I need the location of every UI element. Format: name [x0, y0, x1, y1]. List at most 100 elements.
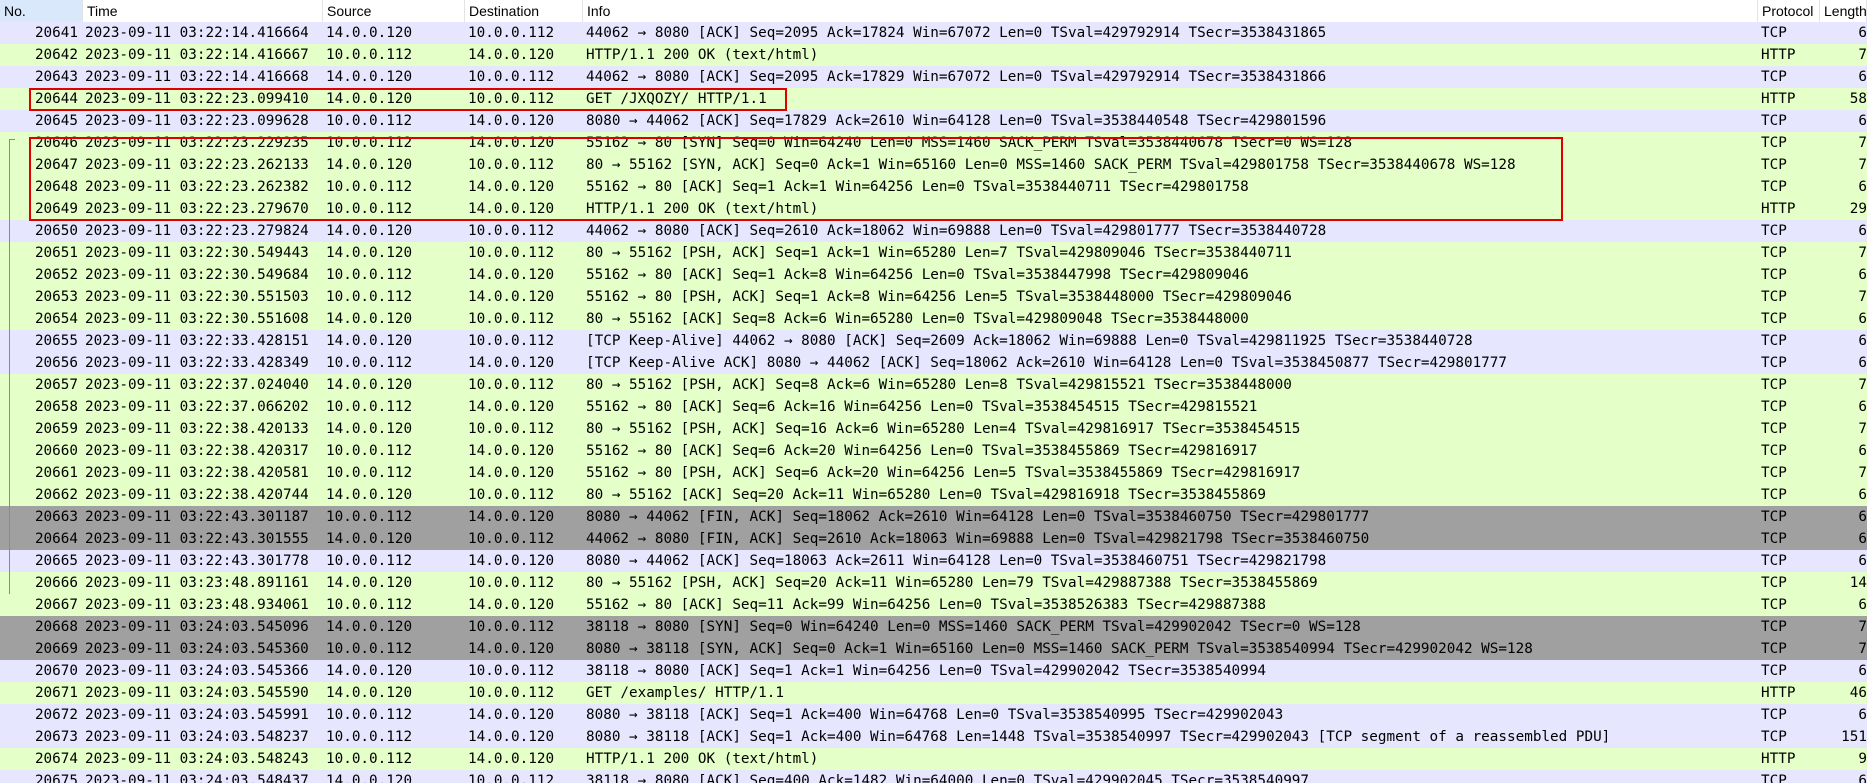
- table-row[interactable]: 20662 2023-09-11 03:22:38.420744 14.0.0.12…: [0, 484, 1867, 506]
- table-row[interactable]: 20654 2023-09-11 03:22:30.551608 14.0.0.12…: [0, 308, 1867, 330]
- table-row[interactable]: 20649 2023-09-11 03:22:23.279670 10.0.0.11…: [0, 198, 1867, 220]
- table-row[interactable]: 20674 2023-09-11 03:24:03.548243 10.0.0.11…: [0, 748, 1867, 770]
- table-row[interactable]: 20656 2023-09-11 03:22:33.428349 10.0.0.11…: [0, 352, 1867, 374]
- table-row[interactable]: 20644 2023-09-11 03:22:23.099410 14.0.0.12…: [0, 88, 1867, 110]
- table-row[interactable]: 20659 2023-09-11 03:22:38.420133 14.0.0.12…: [0, 418, 1867, 440]
- packet-number: 20673: [34, 729, 78, 745]
- table-row[interactable]: 20668 2023-09-11 03:24:03.545096 14.0.0.12…: [0, 616, 1867, 638]
- packet-time: 2023-09-11 03:22:30.549443: [85, 245, 309, 261]
- packet-protocol: TCP: [1761, 729, 1787, 745]
- packet-length: 6: [1858, 69, 1867, 85]
- table-row[interactable]: 20657 2023-09-11 03:22:37.024040 14.0.0.12…: [0, 374, 1867, 396]
- table-row[interactable]: 20643 2023-09-11 03:22:14.416668 14.0.0.12…: [0, 66, 1867, 88]
- packet-source: 10.0.0.112: [326, 113, 413, 129]
- table-row[interactable]: 20671 2023-09-11 03:24:03.545590 14.0.0.12…: [0, 682, 1867, 704]
- column-header-no[interactable]: No.: [0, 0, 83, 22]
- packet-destination: 10.0.0.112: [468, 531, 555, 547]
- table-row[interactable]: 20673 2023-09-11 03:24:03.548237 10.0.0.11…: [0, 726, 1867, 748]
- table-row[interactable]: 20664 2023-09-11 03:22:43.301555 14.0.0.12…: [0, 528, 1867, 550]
- packet-source: 14.0.0.120: [326, 69, 413, 85]
- packet-number: 20664: [34, 531, 78, 547]
- packet-number: 20663: [34, 509, 78, 525]
- table-row[interactable]: 20665 2023-09-11 03:22:43.301778 10.0.0.11…: [0, 550, 1867, 572]
- packet-source: 14.0.0.120: [326, 575, 413, 591]
- packet-info: 55162 → 80 [ACK] Seq=6 Ack=16 Win=64256 …: [586, 399, 1258, 415]
- packet-info: 8080 → 38118 [ACK] Seq=1 Ack=400 Win=647…: [586, 707, 1284, 723]
- packet-destination: 10.0.0.112: [468, 91, 555, 107]
- conversation-bracket-tick: [9, 139, 15, 140]
- packet-info: 80 → 55162 [ACK] Seq=20 Ack=11 Win=65280…: [586, 487, 1266, 503]
- packet-source: 14.0.0.120: [326, 311, 413, 327]
- table-row[interactable]: 20653 2023-09-11 03:22:30.551503 10.0.0.11…: [0, 286, 1867, 308]
- packet-destination: 10.0.0.112: [468, 25, 555, 41]
- packet-time: 2023-09-11 03:24:03.545991: [85, 707, 309, 723]
- packet-info: 55162 → 80 [ACK] Seq=1 Ack=8 Win=64256 L…: [586, 267, 1249, 283]
- table-row[interactable]: 20650 2023-09-11 03:22:23.279824 14.0.0.12…: [0, 220, 1867, 242]
- packet-protocol: TCP: [1761, 509, 1787, 525]
- conversation-bracket-line: [9, 139, 10, 594]
- packet-destination: 14.0.0.120: [468, 751, 555, 767]
- table-row[interactable]: 20672 2023-09-11 03:24:03.545991 10.0.0.11…: [0, 704, 1867, 726]
- packet-length: 6: [1858, 179, 1867, 195]
- packet-destination: 10.0.0.112: [468, 487, 555, 503]
- packet-time: 2023-09-11 03:24:03.545590: [85, 685, 309, 701]
- packet-destination: 14.0.0.120: [468, 729, 555, 745]
- column-header-info[interactable]: Info: [583, 0, 1758, 22]
- packet-length: 6: [1858, 707, 1867, 723]
- table-row[interactable]: 20646 2023-09-11 03:22:23.229235 10.0.0.11…: [0, 132, 1867, 154]
- packet-length: 6: [1858, 333, 1867, 349]
- packet-length: 7: [1858, 157, 1867, 173]
- packet-time: 2023-09-11 03:22:23.262133: [85, 157, 309, 173]
- packet-destination: 10.0.0.112: [468, 575, 555, 591]
- table-row[interactable]: 20667 2023-09-11 03:23:48.934061 10.0.0.11…: [0, 594, 1867, 616]
- packet-source: 10.0.0.112: [326, 729, 413, 745]
- table-row[interactable]: 20658 2023-09-11 03:22:37.066202 10.0.0.11…: [0, 396, 1867, 418]
- packet-protocol: TCP: [1761, 25, 1787, 41]
- column-header-source[interactable]: Source: [323, 0, 465, 22]
- table-row[interactable]: 20655 2023-09-11 03:22:33.428151 14.0.0.12…: [0, 330, 1867, 352]
- packet-number: 20643: [34, 69, 78, 85]
- table-row[interactable]: 20660 2023-09-11 03:22:38.420317 10.0.0.11…: [0, 440, 1867, 462]
- table-row[interactable]: 20651 2023-09-11 03:22:30.549443 14.0.0.12…: [0, 242, 1867, 264]
- packet-protocol: TCP: [1761, 531, 1787, 547]
- table-row[interactable]: 20641 2023-09-11 03:22:14.416664 14.0.0.12…: [0, 22, 1867, 44]
- packet-info: 80 → 55162 [SYN, ACK] Seq=0 Ack=1 Win=65…: [586, 157, 1516, 173]
- table-row[interactable]: 20675 2023-09-11 03:24:03.548437 14.0.0.12…: [0, 770, 1867, 783]
- packet-list[interactable]: No. Time Source Destination Info Protoco…: [0, 0, 1867, 783]
- packet-info: HTTP/1.1 200 OK (text/html): [586, 47, 819, 63]
- column-header-protocol[interactable]: Protocol: [1758, 0, 1820, 22]
- packet-source: 14.0.0.120: [326, 685, 413, 701]
- packet-info: 80 → 55162 [PSH, ACK] Seq=1 Ack=1 Win=65…: [586, 245, 1292, 261]
- packet-protocol: TCP: [1761, 553, 1787, 569]
- packet-number: 20669: [34, 641, 78, 657]
- packet-destination: 14.0.0.120: [468, 289, 555, 305]
- packet-source: 14.0.0.120: [326, 377, 413, 393]
- packet-destination: 14.0.0.120: [468, 113, 555, 129]
- packet-info: 44062 → 8080 [ACK] Seq=2610 Ack=18062 Wi…: [586, 223, 1327, 239]
- packet-source: 10.0.0.112: [326, 267, 413, 283]
- packet-time: 2023-09-11 03:22:23.279670: [85, 201, 309, 217]
- table-row[interactable]: 20642 2023-09-11 03:22:14.416667 10.0.0.11…: [0, 44, 1867, 66]
- table-row[interactable]: 20661 2023-09-11 03:22:38.420581 10.0.0.11…: [0, 462, 1867, 484]
- table-row[interactable]: 20666 2023-09-11 03:23:48.891161 14.0.0.12…: [0, 572, 1867, 594]
- table-row[interactable]: 20647 2023-09-11 03:22:23.262133 14.0.0.12…: [0, 154, 1867, 176]
- table-row[interactable]: 20663 2023-09-11 03:22:43.301187 10.0.0.11…: [0, 506, 1867, 528]
- packet-info: 8080 → 38118 [SYN, ACK] Seq=0 Ack=1 Win=…: [586, 641, 1533, 657]
- packet-protocol: TCP: [1761, 421, 1787, 437]
- column-header-length[interactable]: Length: [1820, 0, 1867, 22]
- column-header-destination[interactable]: Destination: [465, 0, 583, 22]
- packet-time: 2023-09-11 03:24:03.548237: [85, 729, 309, 745]
- column-header-time[interactable]: Time: [83, 0, 323, 22]
- packet-protocol: TCP: [1761, 135, 1787, 151]
- table-row[interactable]: 20652 2023-09-11 03:22:30.549684 10.0.0.11…: [0, 264, 1867, 286]
- packet-time: 2023-09-11 03:24:03.545096: [85, 619, 309, 635]
- packet-info: 55162 → 80 [ACK] Seq=1 Ack=1 Win=64256 L…: [586, 179, 1249, 195]
- packet-time: 2023-09-11 03:23:48.934061: [85, 597, 309, 613]
- packet-info: 55162 → 80 [PSH, ACK] Seq=1 Ack=8 Win=64…: [586, 289, 1292, 305]
- table-row[interactable]: 20669 2023-09-11 03:24:03.545360 10.0.0.11…: [0, 638, 1867, 660]
- table-row[interactable]: 20648 2023-09-11 03:22:23.262382 10.0.0.11…: [0, 176, 1867, 198]
- table-row[interactable]: 20670 2023-09-11 03:24:03.545366 14.0.0.12…: [0, 660, 1867, 682]
- packet-destination: 10.0.0.112: [468, 69, 555, 85]
- packet-length: 6: [1858, 267, 1867, 283]
- table-row[interactable]: 20645 2023-09-11 03:22:23.099628 10.0.0.11…: [0, 110, 1867, 132]
